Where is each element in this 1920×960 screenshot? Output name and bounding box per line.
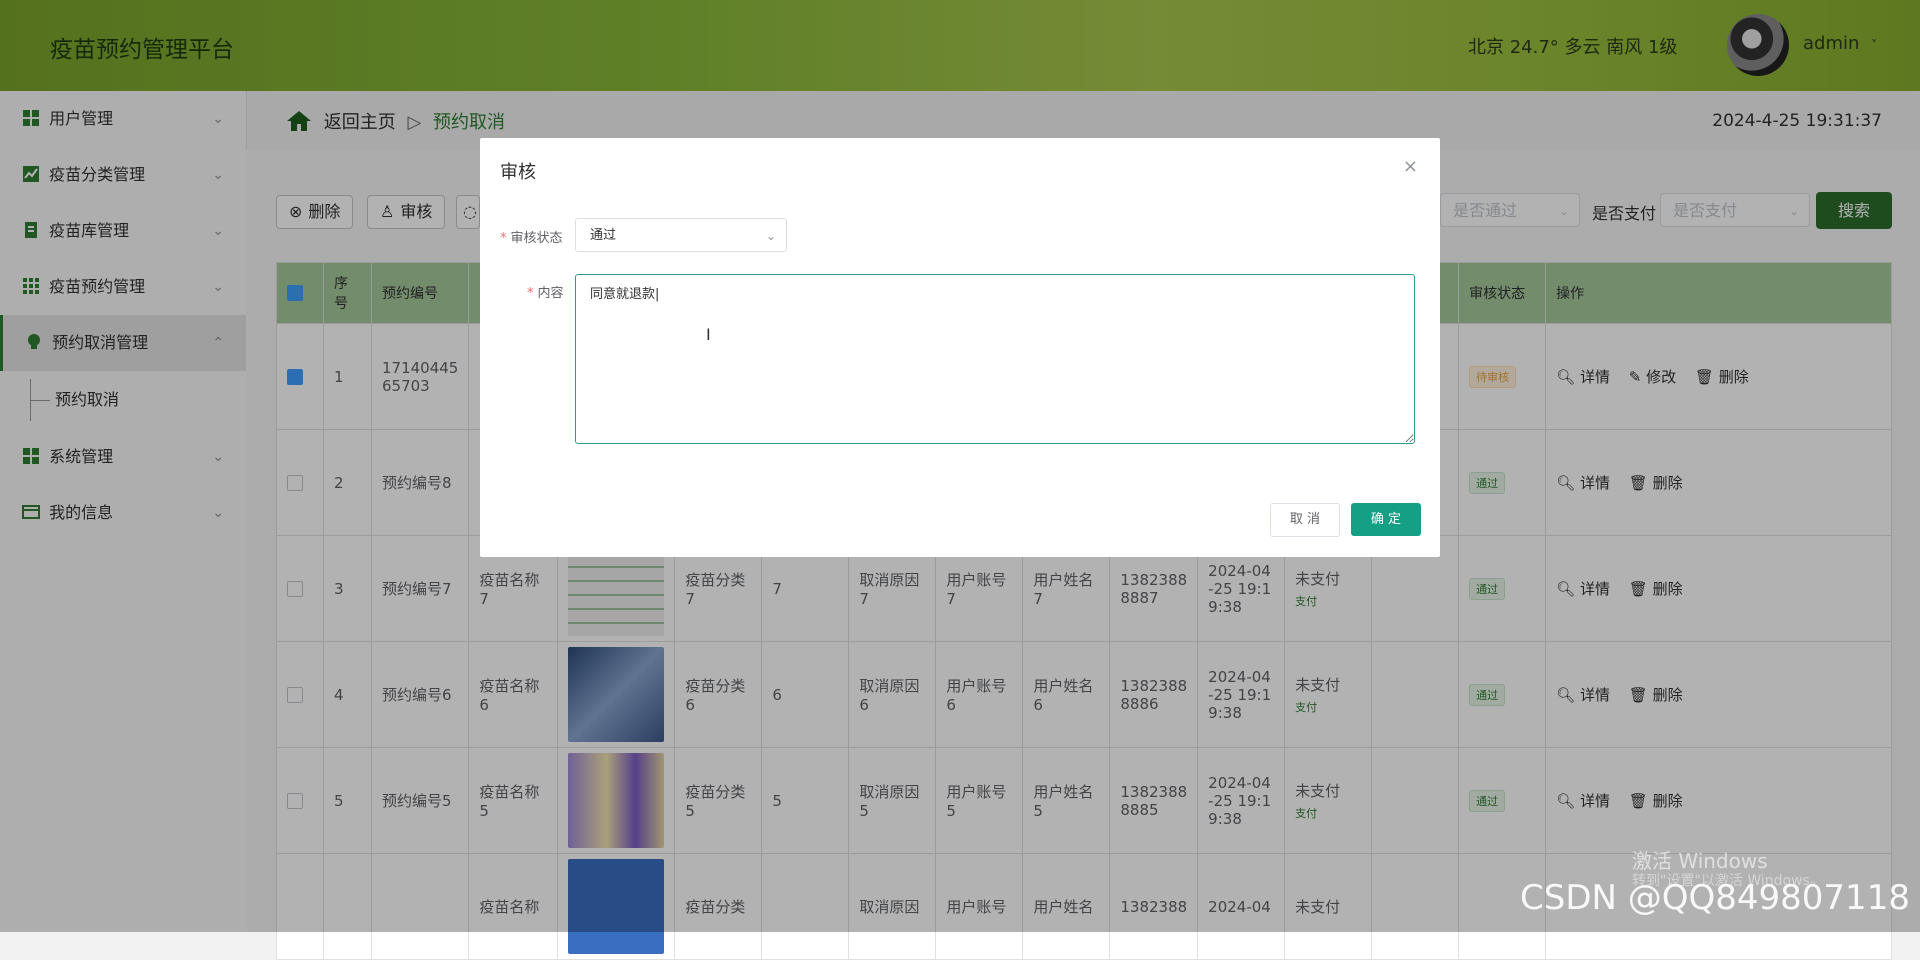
close-icon[interactable]: ×: [1403, 156, 1418, 177]
content-field-label: * 内容: [527, 286, 564, 301]
csdn-watermark: CSDN @QQ849807118: [1520, 878, 1910, 918]
text-cursor-icon: I: [706, 325, 711, 344]
audit-status-value: 通过: [590, 228, 617, 243]
audit-status-select[interactable]: 通过 ⌄: [575, 218, 787, 252]
cancel-button[interactable]: 取 消: [1270, 503, 1340, 537]
dialog-title: 审核: [500, 162, 536, 183]
chevron-down-icon: ⌄: [765, 229, 776, 243]
confirm-button[interactable]: 确 定: [1351, 503, 1421, 536]
audit-dialog: 审核 × * 审核状态 通过 ⌄ * 内容 同意就退款| 取 消 确 定: [480, 138, 1440, 557]
status-field-label: * 审核状态: [500, 231, 563, 246]
content-textarea[interactable]: 同意就退款|: [575, 274, 1415, 444]
